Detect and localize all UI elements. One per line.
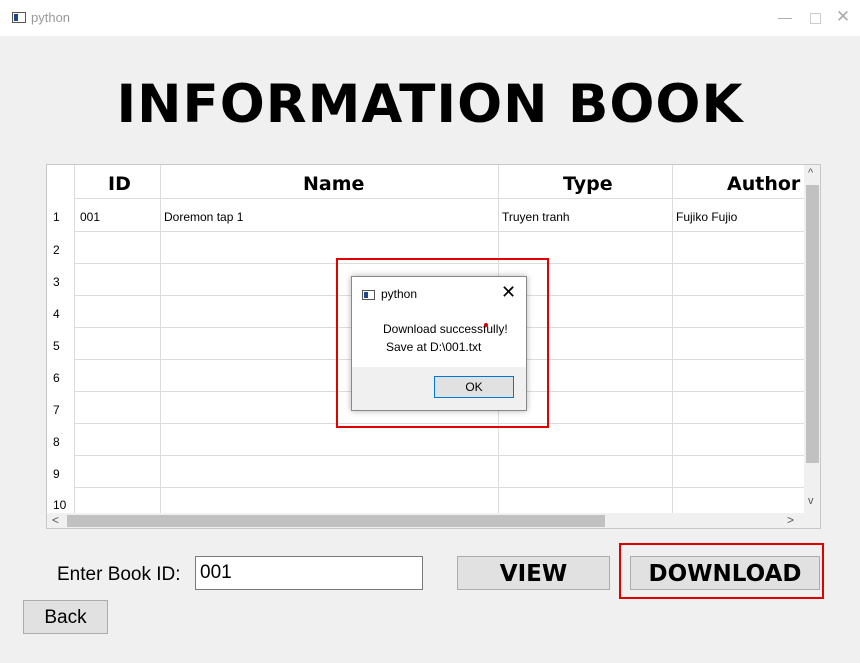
column-header-id[interactable]: ID xyxy=(108,165,131,198)
message-dialog: python ✕ Download successfully! Save at … xyxy=(351,276,527,411)
scroll-up-icon[interactable]: ^ xyxy=(808,167,813,179)
row-number[interactable]: 4 xyxy=(53,307,60,321)
app-icon xyxy=(362,290,375,300)
maximize-button[interactable] xyxy=(800,6,830,28)
row-number[interactable]: 10 xyxy=(53,498,66,512)
horizontal-scrollbar[interactable]: < > xyxy=(47,513,804,528)
row-number[interactable]: 6 xyxy=(53,371,60,385)
table-cell-type[interactable]: Truyen tranh xyxy=(502,210,570,224)
row-number[interactable]: 3 xyxy=(53,275,60,289)
app-icon xyxy=(12,12,26,23)
page-title: INFORMATION BOOK xyxy=(116,74,744,135)
row-number[interactable]: 2 xyxy=(53,243,60,257)
column-header-type[interactable]: Type xyxy=(563,165,613,198)
row-number[interactable]: 8 xyxy=(53,435,60,449)
book-id-input[interactable] xyxy=(195,556,423,590)
minimize-button[interactable]: — xyxy=(770,6,800,28)
column-header-name[interactable]: Name xyxy=(303,165,364,198)
dialog-title: python xyxy=(381,287,418,301)
scroll-left-icon[interactable]: < xyxy=(52,513,59,527)
column-header-author[interactable]: Author xyxy=(727,165,800,198)
window-title: python xyxy=(31,10,71,25)
table-cell-author[interactable]: Fujiko Fujio xyxy=(676,210,737,224)
row-number[interactable]: 1 xyxy=(53,210,60,224)
row-line xyxy=(74,455,804,456)
row-line xyxy=(74,231,804,232)
row-number[interactable]: 9 xyxy=(53,467,60,481)
horizontal-scroll-thumb[interactable] xyxy=(67,515,605,527)
table-cell-id[interactable]: 001 xyxy=(80,210,100,224)
ok-button[interactable]: OK xyxy=(434,376,514,398)
vertical-scroll-thumb[interactable] xyxy=(806,185,819,463)
row-line xyxy=(74,487,804,488)
back-button[interactable]: Back xyxy=(23,600,108,634)
cursor-marker xyxy=(484,323,488,327)
vertical-scrollbar[interactable]: ^ v xyxy=(804,165,820,513)
table-cell-name[interactable]: Doremon tap 1 xyxy=(164,210,243,224)
dialog-close-icon[interactable]: ✕ xyxy=(501,282,516,303)
grid-line xyxy=(160,165,161,515)
grid-line xyxy=(74,165,75,515)
row-line xyxy=(74,198,804,199)
dialog-message: Download successfully! xyxy=(383,322,508,336)
dialog-save-path: Save at D:\001.txt xyxy=(386,340,482,354)
scroll-down-icon[interactable]: v xyxy=(808,495,814,507)
download-highlight xyxy=(619,543,824,599)
dialog-footer: OK xyxy=(352,367,526,410)
view-button[interactable]: VIEW xyxy=(457,556,610,590)
book-id-label: Enter Book ID: xyxy=(57,564,181,585)
row-number[interactable]: 5 xyxy=(53,339,60,353)
grid-line xyxy=(672,165,673,515)
close-window-button[interactable]: ✕ xyxy=(828,6,858,28)
scroll-right-icon[interactable]: > xyxy=(787,513,794,527)
row-number[interactable]: 7 xyxy=(53,403,60,417)
title-bar: python — ✕ xyxy=(0,0,860,36)
maximize-icon xyxy=(809,12,821,24)
scrollbar-corner xyxy=(804,513,820,528)
